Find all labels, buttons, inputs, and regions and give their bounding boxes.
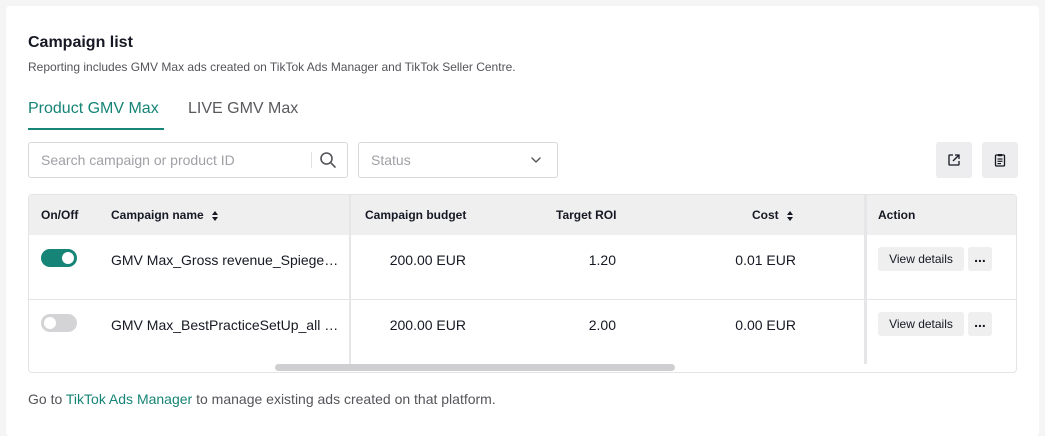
footer-prefix: Go to bbox=[28, 391, 66, 407]
column-header-action: Action bbox=[878, 208, 916, 222]
status-select-value: Status bbox=[371, 152, 411, 168]
tiktok-ads-manager-link[interactable]: TikTok Ads Manager bbox=[66, 391, 192, 407]
clipboard-icon bbox=[994, 154, 1006, 167]
page-subtitle: Reporting includes GMV Max ads created o… bbox=[28, 60, 516, 74]
target-roi: 2.00 bbox=[588, 317, 616, 333]
fixed-column-shadow-left bbox=[349, 195, 351, 364]
horizontal-scrollbar[interactable] bbox=[275, 364, 675, 371]
page-title: Campaign list bbox=[28, 34, 133, 51]
campaign-toggle[interactable] bbox=[41, 314, 77, 332]
search-box bbox=[28, 142, 348, 178]
campaign-name[interactable]: GMV Max_Gross revenue_Spiegel Ratgeber bbox=[111, 252, 341, 268]
more-actions-button[interactable]: ... bbox=[968, 312, 992, 336]
tab-live-gmv-max[interactable]: LIVE GMV Max bbox=[188, 100, 298, 118]
column-header-campaign-name[interactable]: Campaign name bbox=[111, 208, 204, 222]
campaign-list-card: Campaign list Reporting includes GMV Max… bbox=[6, 6, 1039, 436]
campaign-cost: 0.01 EUR bbox=[735, 252, 796, 268]
export-button[interactable] bbox=[936, 142, 972, 178]
campaign-toggle[interactable] bbox=[41, 249, 77, 267]
campaign-budget: 200.00 EUR bbox=[389, 317, 466, 333]
campaign-table: On/Off Campaign name Campaign budget Tar… bbox=[28, 194, 1017, 373]
active-tab-indicator bbox=[28, 128, 164, 130]
fixed-column-shadow-right bbox=[864, 195, 867, 364]
column-header-cost[interactable]: Cost bbox=[752, 208, 779, 222]
table-row: GMV Max_Gross revenue_Spiegel Ratgeber 2… bbox=[29, 235, 1016, 300]
campaign-name[interactable]: GMV Max_BestPracticeSetUp_all products bbox=[111, 317, 341, 333]
chevron-down-icon bbox=[531, 157, 541, 163]
footer-suffix: to manage existing ads created on that p… bbox=[192, 391, 496, 407]
sort-icon[interactable] bbox=[211, 210, 219, 222]
search-divider bbox=[311, 152, 312, 168]
export-icon bbox=[948, 154, 960, 166]
target-roi: 1.20 bbox=[588, 252, 616, 268]
table-header: On/Off Campaign name Campaign budget Tar… bbox=[29, 195, 1016, 235]
column-header-target-roi: Target ROI bbox=[556, 208, 617, 222]
search-input[interactable] bbox=[29, 143, 311, 177]
toggle-knob bbox=[62, 252, 74, 264]
more-actions-button[interactable]: ... bbox=[968, 247, 992, 271]
footer-note: Go to TikTok Ads Manager to manage exist… bbox=[28, 391, 496, 407]
table-row: GMV Max_BestPracticeSetUp_all products 2… bbox=[29, 300, 1016, 365]
report-button[interactable] bbox=[982, 142, 1018, 178]
column-header-onoff: On/Off bbox=[41, 208, 79, 222]
view-details-button[interactable]: View details bbox=[878, 247, 964, 271]
campaign-cost: 0.00 EUR bbox=[735, 317, 796, 333]
campaign-budget: 200.00 EUR bbox=[389, 252, 466, 268]
search-icon[interactable] bbox=[319, 151, 337, 169]
column-header-campaign-budget: Campaign budget bbox=[365, 208, 467, 222]
sort-icon[interactable] bbox=[786, 210, 794, 222]
toggle-knob bbox=[44, 317, 56, 329]
view-details-button[interactable]: View details bbox=[878, 312, 964, 336]
tab-product-gmv-max[interactable]: Product GMV Max bbox=[28, 100, 159, 118]
status-select[interactable]: Status bbox=[358, 142, 558, 178]
